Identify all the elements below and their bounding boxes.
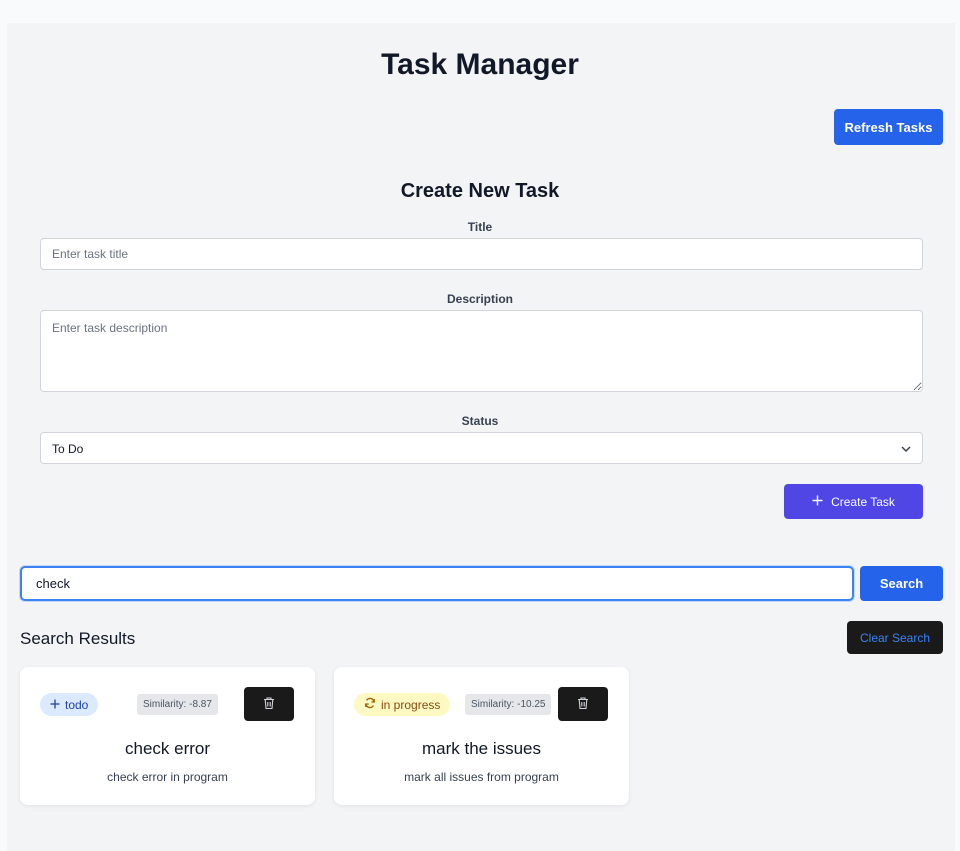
chevron-down-icon bbox=[900, 442, 912, 454]
trash-icon bbox=[262, 696, 276, 713]
description-label: Description bbox=[446, 292, 513, 306]
status-badge: in progress bbox=[354, 693, 451, 716]
task-card: in progress Similarity: -10.25 mark the … bbox=[334, 667, 629, 805]
title-label: Title bbox=[467, 220, 493, 234]
status-select[interactable]: To Do bbox=[40, 432, 923, 464]
delete-task-button[interactable] bbox=[244, 687, 294, 721]
task-title: mark the issues bbox=[421, 739, 542, 758]
task-description-input[interactable] bbox=[40, 310, 923, 392]
create-task-label: Create Task bbox=[831, 494, 895, 509]
search-input[interactable] bbox=[20, 566, 854, 601]
status-badge-label: in progress bbox=[381, 697, 441, 712]
clear-search-button[interactable]: Clear Search bbox=[847, 621, 943, 654]
similarity-badge: Similarity: -8.87 bbox=[137, 694, 218, 715]
trash-icon bbox=[576, 696, 590, 713]
status-badge-label: todo bbox=[65, 697, 89, 712]
refresh-tasks-button[interactable]: Refresh Tasks bbox=[834, 109, 943, 145]
delete-task-button[interactable] bbox=[558, 687, 608, 721]
page-title: Task Manager bbox=[381, 48, 579, 81]
search-button[interactable]: Search bbox=[860, 566, 943, 601]
task-title: check error bbox=[124, 739, 211, 758]
task-description: check error in program bbox=[107, 770, 228, 784]
similarity-badge: Similarity: -10.25 bbox=[465, 694, 552, 715]
task-card: todo Similarity: -8.87 check error check… bbox=[20, 667, 315, 805]
plus-icon bbox=[50, 698, 60, 712]
search-results-heading: Search Results bbox=[20, 629, 136, 648]
task-description: mark all issues from program bbox=[404, 770, 559, 784]
plus-icon bbox=[812, 495, 823, 509]
status-badge: todo bbox=[40, 693, 99, 716]
task-title-input[interactable] bbox=[40, 238, 923, 270]
status-label: Status bbox=[461, 414, 499, 428]
refresh-icon bbox=[364, 697, 376, 712]
status-select-value: To Do bbox=[52, 442, 84, 456]
create-task-button[interactable]: Create Task bbox=[784, 484, 923, 519]
create-task-heading: Create New Task bbox=[400, 180, 560, 202]
